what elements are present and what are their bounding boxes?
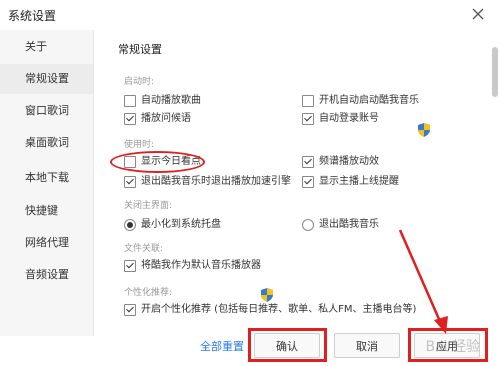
settings-dialog: 系统设置 关于 常规设置 窗口歌词 桌面歌词 本地下载 快捷键 网络代理 音频设… xyxy=(0,0,500,366)
checkbox-box[interactable] xyxy=(124,113,136,125)
window-title: 系统设置 xyxy=(8,9,57,23)
sidebar-item-download[interactable]: 本地下载 xyxy=(0,163,93,193)
uac-shield-icon xyxy=(418,123,430,137)
group-label-usage: 使用时: xyxy=(124,140,155,150)
option-label: 退出酷我音乐时退出播放加速引擎 xyxy=(141,176,291,187)
title-bar: 系统设置 xyxy=(0,0,500,30)
sidebar-item-audio[interactable]: 音频设置 xyxy=(0,260,93,290)
checkbox-box[interactable] xyxy=(124,176,136,188)
reset-all-link[interactable]: 全部重置 xyxy=(200,338,244,354)
checkbox-box[interactable] xyxy=(124,95,136,107)
scrollbar[interactable] xyxy=(490,30,500,330)
option-label: 播放问候语 xyxy=(141,113,191,124)
group-label-startup: 启动时: xyxy=(124,77,155,87)
checkbox-box[interactable] xyxy=(302,113,314,125)
watermark: Bai 经验 xyxy=(425,339,480,355)
cancel-button[interactable]: 取消 xyxy=(334,333,400,358)
option-label: 将酷我作为默认音乐播放器 xyxy=(141,260,261,271)
option-label: 开启个性化推荐 (包括每日推荐、歌单、私人FM、主播电台等) xyxy=(141,304,417,315)
page-title: 常规设置 xyxy=(118,43,162,56)
checkbox-box[interactable] xyxy=(302,95,314,107)
option-label: 频谱播放动效 xyxy=(319,156,379,167)
group-label-personal: 个性化推荐: xyxy=(124,288,173,298)
sidebar-item-desktop-lyrics[interactable]: 桌面歌词 xyxy=(0,128,93,158)
option-label: 显示主播上线提醒 xyxy=(319,176,399,187)
option-label: 自动登录账号 xyxy=(319,113,379,124)
close-icon[interactable] xyxy=(468,4,488,24)
sidebar-item-window-lyrics[interactable]: 窗口歌词 xyxy=(0,96,93,126)
checkbox-box[interactable] xyxy=(124,304,136,316)
group-label-file: 文件关联: xyxy=(124,244,164,254)
radio-dot[interactable] xyxy=(302,219,314,231)
scrollbar-thumb[interactable] xyxy=(492,47,498,97)
checkbox-box[interactable] xyxy=(302,176,314,188)
option-label: 退出酷我音乐 xyxy=(319,219,379,230)
highlight-box-confirm xyxy=(248,328,327,362)
sidebar-item-proxy[interactable]: 网络代理 xyxy=(0,228,93,258)
sidebar-item-hotkeys[interactable]: 快捷键 xyxy=(0,196,93,226)
checkbox-box[interactable] xyxy=(124,260,136,272)
option-label: 自动播放歌曲 xyxy=(141,95,201,106)
uac-shield-icon xyxy=(261,288,273,302)
group-label-close: 关闭主界面: xyxy=(124,201,173,211)
radio-dot[interactable] xyxy=(124,219,136,231)
sidebar: 关于 常规设置 窗口歌词 桌面歌词 本地下载 快捷键 网络代理 音频设置 xyxy=(0,30,94,336)
option-label: 开机自动启动酷我音乐 xyxy=(319,95,419,106)
option-label: 最小化到系统托盘 xyxy=(141,219,221,230)
checkbox-box[interactable] xyxy=(302,156,314,168)
sidebar-item-about[interactable]: 关于 xyxy=(0,32,93,62)
sidebar-item-general[interactable]: 常规设置 xyxy=(0,64,93,94)
highlight-ellipse xyxy=(110,151,205,173)
settings-content: 常规设置 启动时: 自动播放歌曲 开机自动启动酷我音乐 播放问候语 自动登录账号… xyxy=(110,30,490,336)
